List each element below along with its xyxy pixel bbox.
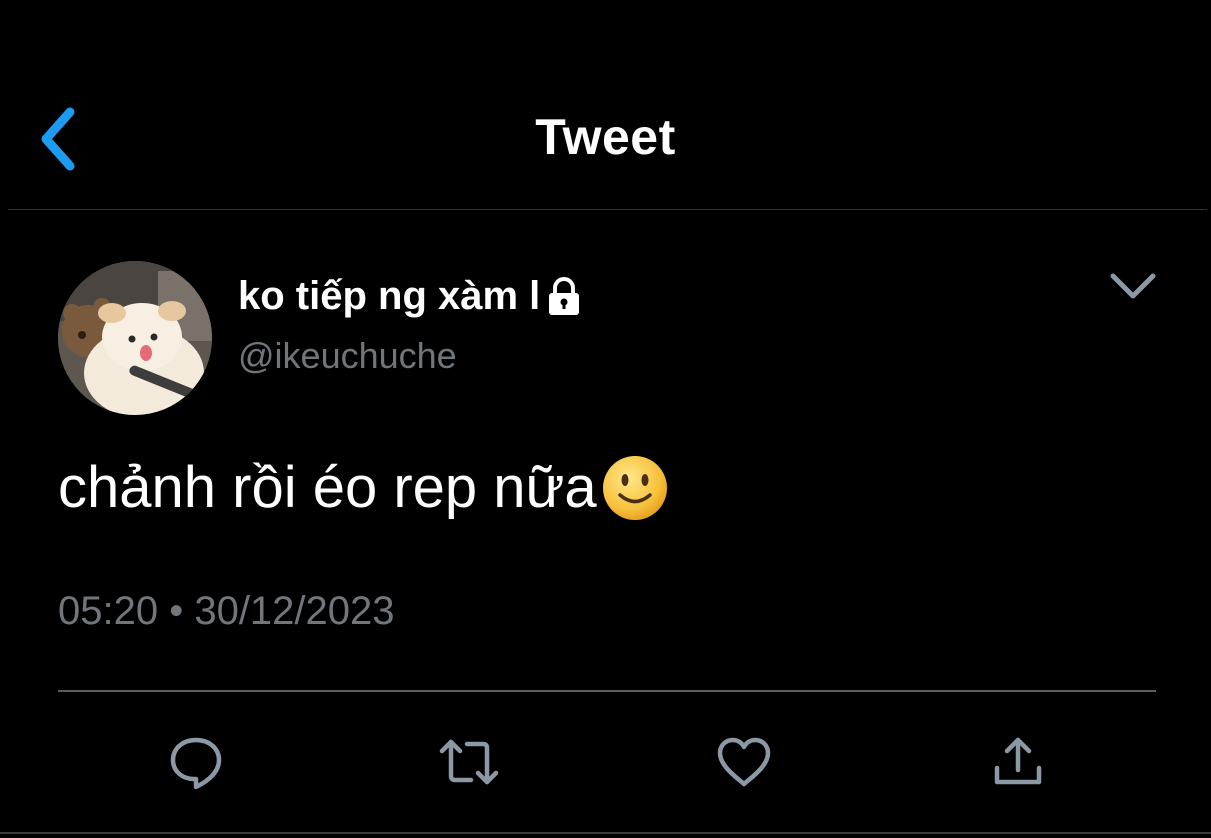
author-handle[interactable]: @ikeuchuche — [238, 334, 586, 378]
author-name: ko tiếp ng xàm l — [238, 274, 541, 318]
retweet-icon — [439, 739, 499, 785]
reply-icon — [170, 737, 222, 790]
chevron-down-icon — [1110, 273, 1156, 299]
tweet-timestamp: 05:20 • 30/12/2023 — [58, 589, 395, 633]
author-info: ko tiếp ng xàm l @ikeuchuche — [238, 270, 586, 378]
retweet-button[interactable] — [437, 730, 501, 794]
tweet-menu-button[interactable] — [1100, 262, 1166, 310]
slightly-smiling-face-icon — [602, 456, 667, 520]
tweet-body: chảnh rồi éo rep nữa — [58, 455, 597, 520]
tweet-text: chảnh rồi éo rep nữa — [58, 446, 669, 530]
top-bar: Tweet — [0, 0, 1211, 210]
heart-icon — [717, 737, 771, 787]
reply-button[interactable] — [164, 730, 228, 794]
author-name-row[interactable]: ko tiếp ng xàm l — [238, 270, 586, 322]
actions-divider — [58, 690, 1156, 692]
page-title: Tweet — [535, 109, 676, 165]
lock-icon — [549, 277, 580, 315]
share-icon — [994, 737, 1042, 785]
like-button[interactable] — [712, 730, 776, 794]
avatar[interactable] — [58, 261, 212, 415]
share-button[interactable] — [986, 730, 1050, 794]
bottom-divider — [0, 832, 1211, 834]
avatar-image — [58, 261, 212, 415]
header-divider — [8, 209, 1207, 210]
